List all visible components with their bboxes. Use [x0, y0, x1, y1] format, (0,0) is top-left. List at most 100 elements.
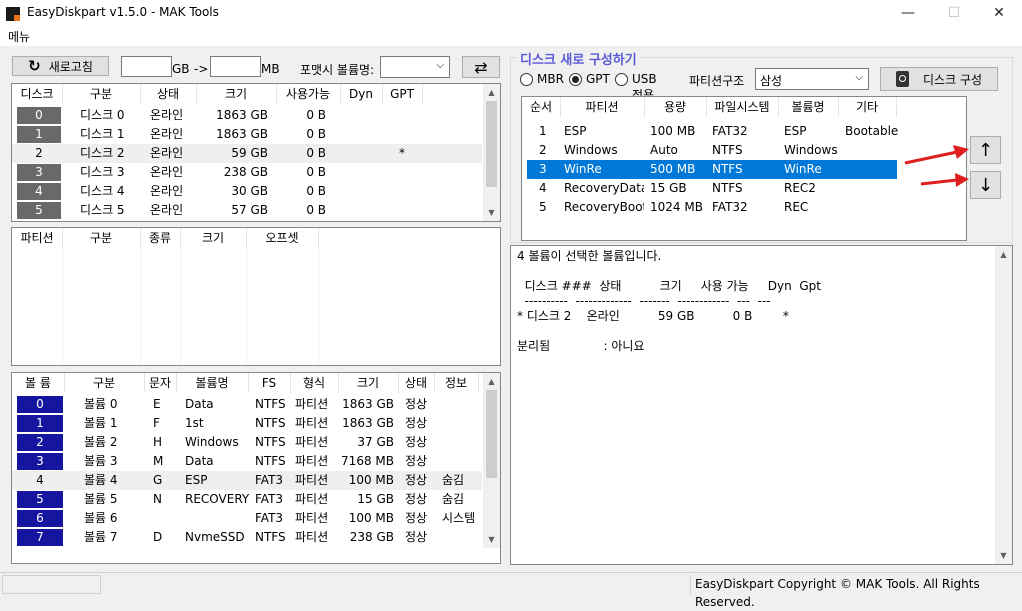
- column-header[interactable]: 용량: [644, 97, 706, 117]
- column-header[interactable]: 파티션: [560, 97, 644, 117]
- volume-letter-cell: M: [153, 454, 164, 468]
- minimize-button[interactable]: —: [885, 0, 931, 26]
- layout-label-cell: REC2: [784, 181, 816, 195]
- scroll-up-icon[interactable]: ▲: [483, 373, 500, 390]
- table-row[interactable]: 6 볼륨 6 FAT3 파티션 100 MB 정상 시스템: [12, 509, 482, 528]
- column-header[interactable]: 형식: [290, 373, 338, 393]
- disk-size-cell: 57 GB: [231, 203, 268, 217]
- table-row[interactable]: 5 볼륨 5 N RECOVERY FAT3 파티션 15 GB 정상 숨김: [12, 490, 482, 509]
- column-header[interactable]: 문자: [144, 373, 176, 393]
- column-header[interactable]: 파티션: [12, 228, 62, 248]
- column-header[interactable]: 구분: [62, 228, 140, 248]
- column-header[interactable]: 상태: [398, 373, 434, 393]
- table-row[interactable]: 4 디스크 4 온라인 30 GB 0 B: [12, 182, 482, 201]
- disk-gpt-cell: [382, 106, 422, 125]
- scroll-up-icon[interactable]: ▲: [483, 84, 500, 101]
- table-row[interactable]: 4 볼륨 4 G ESP FAT3 파티션 100 MB 정상 숨김: [12, 471, 482, 490]
- build-disk-button[interactable]: 디스크 구성: [880, 67, 998, 91]
- size-gb-input[interactable]: [121, 56, 172, 77]
- output-scrollbar[interactable]: ▲ ▼: [995, 246, 1012, 564]
- table-row[interactable]: 2 디스크 2 온라인 59 GB 0 B *: [12, 144, 482, 163]
- column-header[interactable]: Dyn: [340, 84, 382, 104]
- volume-status-cell: 정상: [405, 530, 428, 544]
- usb-radio-circle[interactable]: [615, 73, 628, 86]
- volume-type-cell: 파티션: [295, 511, 329, 525]
- size-mb-input[interactable]: [210, 56, 261, 77]
- output-panel[interactable]: 4 볼륨이 선택한 볼륨입니다. 디스크 ### 상태 크기 사용 가능 Dyn…: [510, 245, 1013, 565]
- table-row[interactable]: 1 볼륨 1 F 1st NTFS 파티션 1863 GB 정상: [12, 414, 482, 433]
- column-header[interactable]: FS: [248, 373, 290, 393]
- chevron-down-icon: ⌵: [436, 60, 444, 71]
- column-header[interactable]: 볼 륨: [12, 373, 64, 393]
- scroll-thumb[interactable]: [486, 101, 497, 187]
- column-header[interactable]: 기타: [838, 97, 896, 117]
- table-header: 디스크 구분 상태 크기 사용가능 Dyn GPT: [12, 84, 500, 104]
- structure-combo[interactable]: 삼성 ⌵: [755, 68, 869, 90]
- table-header: 볼 륨 구분 문자 볼륨명 FS 형식 크기 상태 정보: [12, 373, 500, 393]
- disk-dyn-cell: [340, 201, 382, 220]
- table-row[interactable]: 3 디스크 3 온라인 238 GB 0 B: [12, 163, 482, 182]
- table-row[interactable]: 5 RecoveryBoot 1024 MB FAT32 REC: [522, 198, 966, 217]
- table-row[interactable]: 3 볼륨 3 M Data NTFS 파티션 7168 MB 정상: [12, 452, 482, 471]
- table-row[interactable]: 0 디스크 0 온라인 1863 GB 0 B: [12, 106, 482, 125]
- volume-label-cell: Windows: [185, 435, 239, 449]
- scroll-down-icon[interactable]: ▼: [995, 547, 1012, 564]
- volume-number-cell: 5: [17, 491, 63, 508]
- column-header[interactable]: 상태: [140, 84, 196, 104]
- column-header[interactable]: 종류: [140, 228, 180, 248]
- scroll-down-icon[interactable]: ▼: [483, 531, 500, 548]
- volume-name-combo[interactable]: ⌵: [380, 56, 450, 78]
- table-row[interactable]: 2 볼륨 2 H Windows NTFS 파티션 37 GB 정상: [12, 433, 482, 452]
- volume-number-cell: 6: [17, 510, 63, 527]
- disk-number-cell: 2: [35, 146, 43, 160]
- column-header[interactable]: GPT: [382, 84, 422, 104]
- swap-button[interactable]: ⇄: [462, 56, 500, 78]
- volume-size-cell: 100 MB: [348, 473, 394, 487]
- column-header[interactable]: 순서: [522, 97, 560, 117]
- volume-type-cell: 파티션: [295, 492, 329, 506]
- volume-type-cell: 파티션: [295, 435, 329, 449]
- volume-name-cell: 볼륨 7: [84, 530, 118, 544]
- close-button[interactable]: ✕: [976, 0, 1022, 26]
- column-header[interactable]: 크기: [180, 228, 246, 248]
- disk-free-cell: 0 B: [306, 184, 326, 198]
- column-header[interactable]: 오프셋: [246, 228, 318, 248]
- table-row[interactable]: 5 디스크 5 온라인 57 GB 0 B: [12, 201, 482, 220]
- table-row[interactable]: 3 WinRe 500 MB NTFS WinRe: [527, 160, 897, 179]
- column-header[interactable]: 크기: [338, 373, 398, 393]
- volume-list[interactable]: 볼 륨 구분 문자 볼륨명 FS 형식 크기 상태 정보 0 볼륨 0 E Data NTFS 파티션 18…: [11, 372, 501, 564]
- table-row[interactable]: 1 ESP 100 MB FAT32 ESP Bootable: [522, 122, 966, 141]
- chevron-down-icon: ⌵: [855, 72, 863, 83]
- gpt-radio-circle[interactable]: [569, 73, 582, 86]
- table-row[interactable]: 1 디스크 1 온라인 1863 GB 0 B: [12, 125, 482, 144]
- arrowhead: [955, 173, 969, 187]
- column-header[interactable]: 볼륨명: [176, 373, 248, 393]
- refresh-button[interactable]: ↻ 새로고침: [12, 56, 109, 76]
- scroll-thumb[interactable]: [486, 390, 497, 478]
- volume-label-cell: ESP: [185, 473, 208, 487]
- partition-list[interactable]: 파티션 구분 종류 크기 오프셋: [11, 227, 501, 366]
- column-header[interactable]: 볼륨명: [778, 97, 838, 117]
- scroll-down-icon[interactable]: ▼: [483, 204, 500, 221]
- column-header[interactable]: 크기: [196, 84, 276, 104]
- table-row[interactable]: 0 볼륨 0 E Data NTFS 파티션 1863 GB 정상: [12, 395, 482, 414]
- column-gridline: [140, 248, 141, 365]
- disk-list[interactable]: 디스크 구분 상태 크기 사용가능 Dyn GPT 0 디스크 0 온라인 1863 GB 0 B1…: [11, 83, 501, 222]
- column-header[interactable]: 구분: [62, 84, 140, 104]
- menu-item[interactable]: 메뉴: [8, 28, 30, 45]
- volume-status-cell: 정상: [405, 511, 428, 525]
- column-header[interactable]: 구분: [64, 373, 144, 393]
- mbr-radio-circle[interactable]: [520, 73, 533, 86]
- scroll-up-icon[interactable]: ▲: [995, 246, 1012, 263]
- window-title: EasyDiskpart v1.5.0 - MAK Tools: [27, 5, 219, 19]
- disk-status-cell: 온라인: [150, 165, 184, 179]
- title-bar: EasyDiskpart v1.5.0 - MAK Tools — ☐ ✕: [0, 0, 1022, 26]
- maximize-button[interactable]: ☐: [931, 0, 977, 26]
- table-row[interactable]: 7 볼륨 7 D NvmeSSD NTFS 파티션 238 GB 정상: [12, 528, 482, 547]
- column-header[interactable]: 정보: [434, 373, 478, 393]
- column-header[interactable]: 디스크: [12, 84, 62, 104]
- column-header[interactable]: 파일시스템: [706, 97, 778, 117]
- column-header[interactable]: 사용가능: [276, 84, 340, 104]
- disk-list-scrollbar[interactable]: ▲ ▼: [483, 84, 500, 221]
- volume-list-scrollbar[interactable]: ▲ ▼: [483, 373, 500, 548]
